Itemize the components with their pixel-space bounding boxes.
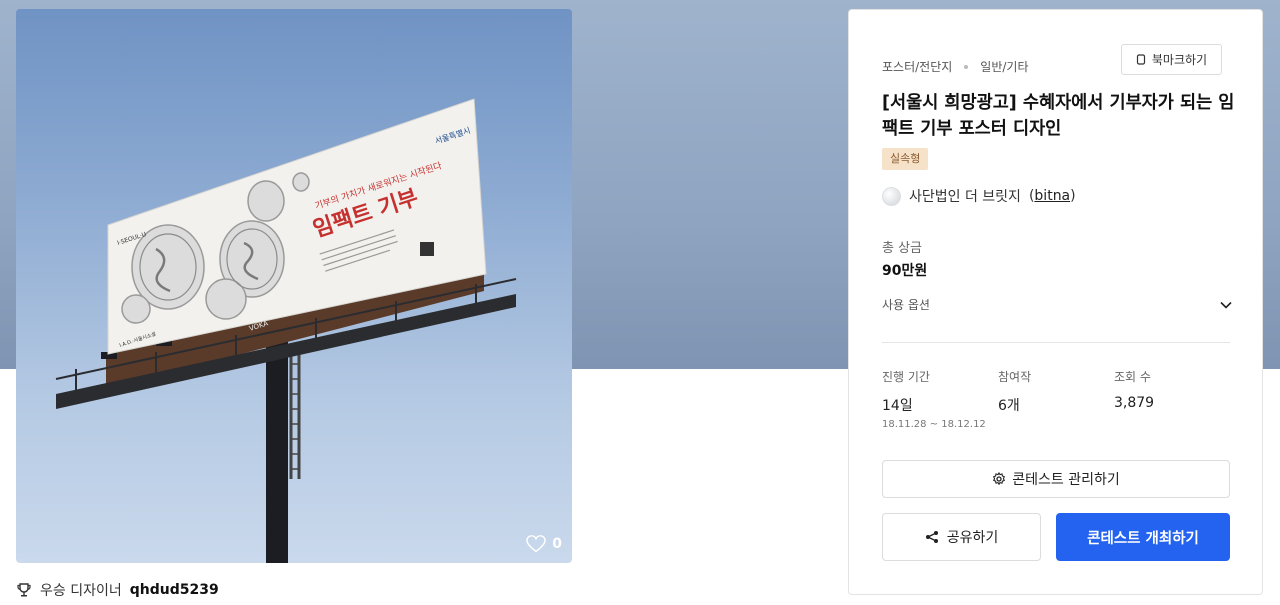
contest-title: [서울시 희망광고] 수혜자에서 기부자가 되는 임팩트 기부 포스터 디자인 [882, 93, 1235, 139]
billboard-qr [420, 242, 434, 256]
contest-host[interactable]: 사단법인 더 브릿지 (bitna) [882, 186, 1076, 206]
billboard-illustration: 기부의 가치가 새로워지는 시작된다 임팩트 기부 서울특별시 I·SEOUL·… [55, 98, 517, 563]
stat-period-value: 14일 [882, 398, 913, 414]
manage-contest-label: 콘테스트 관리하기 [1012, 472, 1120, 488]
manage-contest-button[interactable]: 콘테스트 관리하기 [882, 460, 1230, 498]
prize-value: 90만원 [882, 263, 928, 279]
stat-views-label: 조회 수 [1114, 370, 1151, 384]
share-icon [925, 531, 938, 543]
share-button[interactable]: 공유하기 [882, 513, 1041, 561]
host-contest-button[interactable]: 콘테스트 개최하기 [1056, 513, 1230, 561]
category-separator [964, 64, 969, 69]
category-breadcrumb: 포스터/전단지 일반/기타 [882, 58, 1029, 75]
host-id[interactable]: bitna [1034, 188, 1070, 204]
designer-label: 우승 디자이너 [40, 583, 122, 599]
stat-period-label: 진행 기간 [882, 370, 930, 384]
divider [882, 342, 1230, 343]
prize-label: 총 상금 [882, 241, 923, 256]
usage-options-toggle[interactable]: 사용 옵션 [882, 296, 1232, 313]
chevron-down-icon [1220, 301, 1232, 309]
host-name: 사단법인 더 브릿지 [909, 189, 1021, 205]
stat-views-value: 3,879 [1114, 395, 1155, 411]
contest-artwork[interactable]: 기부의 가치가 새로워지는 시작된다 임팩트 기부 서울특별시 I·SEOUL·… [16, 9, 572, 563]
category-primary[interactable]: 포스터/전단지 [882, 58, 952, 75]
host-avatar [882, 186, 901, 206]
host-id-wrapper: (bitna) [1028, 188, 1076, 204]
share-label: 공유하기 [946, 530, 999, 546]
gear-icon [993, 472, 1006, 486]
stat-entries: 참여작 6개 [998, 368, 1031, 415]
stat-views: 조회 수 3,879 [1114, 368, 1154, 411]
like-count: 0 [552, 536, 562, 552]
designer-name[interactable]: qhdud5239 [130, 582, 219, 598]
like-button[interactable]: 0 [526, 535, 562, 553]
stat-entries-value: 6개 [998, 398, 1020, 414]
trophy-icon [17, 583, 31, 597]
contest-info-panel: 포스터/전단지 일반/기타 북마크하기 [서울시 희망광고] 수혜자에서 기부자… [848, 9, 1263, 595]
contest-tier-badge: 실속형 [882, 148, 929, 170]
stat-period-dates: 18.11.28 ~ 18.12.12 [882, 419, 986, 430]
bookmark-button[interactable]: 북마크하기 [1121, 44, 1222, 75]
usage-options-label: 사용 옵션 [882, 298, 930, 312]
bookmark-icon [1136, 54, 1145, 65]
category-secondary[interactable]: 일반/기타 [980, 58, 1028, 75]
bookmark-label: 북마크하기 [1151, 53, 1208, 67]
heart-icon [526, 535, 546, 553]
stat-entries-label: 참여작 [998, 370, 1032, 384]
winning-designer: 우승 디자이너 qhdud5239 [16, 580, 219, 600]
stat-period: 진행 기간 14일 18.11.28 ~ 18.12.12 [882, 368, 986, 430]
